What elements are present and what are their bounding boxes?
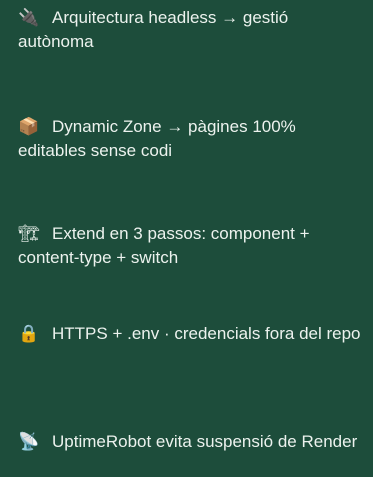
feature-text: UptimeRobot evita suspensió de Render: [52, 432, 358, 451]
feature-text: HTTPS + .env · credencials fora del repo: [52, 324, 361, 343]
feature-item-extend: 🏗 Extend en 3 passos: component + content…: [18, 222, 368, 270]
construction-crane-icon: 🏗: [18, 224, 40, 244]
feature-item-https: 🔒 HTTPS + .env · credencials fora del rep…: [18, 322, 368, 346]
feature-text: Extend en 3 passos: component + content-…: [18, 224, 310, 267]
feature-slide: 🔌 Arquitectura headless → gestió autònoma…: [0, 0, 373, 477]
feature-item-uptimerobot: 📡 UptimeRobot evita suspensió de Render: [18, 430, 368, 454]
feature-item-headless: 🔌 Arquitectura headless → gestió autònoma: [18, 6, 368, 54]
satellite-antenna-icon: 📡: [18, 432, 40, 452]
plug-icon: 🔌: [18, 8, 40, 28]
package-icon: 📦: [18, 117, 40, 137]
feature-text: Arquitectura headless → gestió autònoma: [18, 8, 289, 51]
lock-icon: 🔒: [18, 324, 40, 344]
feature-text: Dynamic Zone → pàgines 100% editables se…: [18, 117, 296, 160]
feature-item-dynamic-zone: 📦 Dynamic Zone → pàgines 100% editables s…: [18, 115, 368, 163]
